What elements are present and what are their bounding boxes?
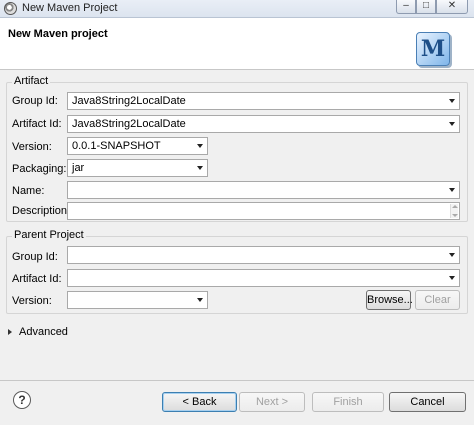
- chevron-down-icon[interactable]: [449, 122, 455, 126]
- cancel-button[interactable]: Cancel: [389, 392, 466, 412]
- scroll-down-icon[interactable]: [452, 214, 458, 217]
- group-id-combo[interactable]: Java8String2LocalDate: [67, 92, 460, 110]
- close-button[interactable]: ✕: [436, 0, 468, 14]
- parent-version-label: Version:: [12, 295, 52, 307]
- packaging-combo[interactable]: jar: [67, 159, 208, 177]
- parent-artifact-id-label: Artifact Id:: [12, 273, 62, 285]
- description-textarea[interactable]: [67, 202, 460, 220]
- window-title: New Maven Project: [22, 2, 118, 14]
- chevron-down-icon[interactable]: [197, 166, 203, 170]
- chevron-down-icon[interactable]: [449, 188, 455, 192]
- chevron-down-icon[interactable]: [449, 253, 455, 257]
- parent-group-id-combo[interactable]: [67, 246, 460, 264]
- group-id-label: Group Id:: [12, 95, 58, 107]
- version-label: Version:: [12, 141, 52, 153]
- page-title: New Maven project: [8, 28, 108, 40]
- parent-group-id-label: Group Id:: [12, 251, 58, 263]
- packaging-value: jar: [72, 162, 85, 174]
- finish-button[interactable]: Finish: [312, 392, 384, 412]
- name-label: Name:: [12, 185, 45, 197]
- browse-button[interactable]: Browse...: [366, 290, 413, 310]
- packaging-label: Packaging:: [12, 163, 67, 175]
- minimize-button[interactable]: –: [396, 0, 416, 14]
- clear-button[interactable]: Clear: [415, 290, 460, 310]
- artifact-id-combo[interactable]: Java8String2LocalDate: [67, 115, 460, 133]
- version-value: 0.0.1-SNAPSHOT: [72, 140, 161, 152]
- next-button[interactable]: Next >: [239, 392, 305, 412]
- maven-logo-icon: M: [416, 32, 450, 66]
- back-button[interactable]: < Back: [162, 392, 237, 412]
- description-label: Description:: [12, 205, 71, 217]
- eclipse-icon: [4, 2, 17, 15]
- parent-project-legend: Parent Project: [12, 229, 86, 241]
- artifact-id-value: Java8String2LocalDate: [72, 118, 186, 130]
- artifact-legend: Artifact: [12, 75, 51, 87]
- chevron-down-icon[interactable]: [197, 298, 203, 302]
- title-bar: New Maven Project – □ ✕: [0, 0, 474, 18]
- expand-arrow-icon[interactable]: [8, 329, 12, 335]
- description-scrollbar[interactable]: [450, 204, 458, 218]
- group-id-value: Java8String2LocalDate: [72, 95, 186, 107]
- chevron-down-icon[interactable]: [449, 276, 455, 280]
- parent-version-combo[interactable]: [67, 291, 208, 309]
- maximize-button[interactable]: □: [416, 0, 436, 14]
- help-icon[interactable]: ?: [13, 391, 31, 409]
- chevron-down-icon[interactable]: [197, 144, 203, 148]
- scroll-up-icon[interactable]: [452, 205, 458, 208]
- wizard-header: New Maven project M: [0, 18, 474, 70]
- chevron-down-icon[interactable]: [449, 99, 455, 103]
- parent-artifact-id-combo[interactable]: [67, 269, 460, 287]
- name-combo[interactable]: [67, 181, 460, 199]
- artifact-id-label: Artifact Id:: [12, 118, 62, 130]
- footer-separator: [0, 380, 474, 381]
- version-combo[interactable]: 0.0.1-SNAPSHOT: [67, 137, 208, 155]
- advanced-label[interactable]: Advanced: [19, 326, 68, 338]
